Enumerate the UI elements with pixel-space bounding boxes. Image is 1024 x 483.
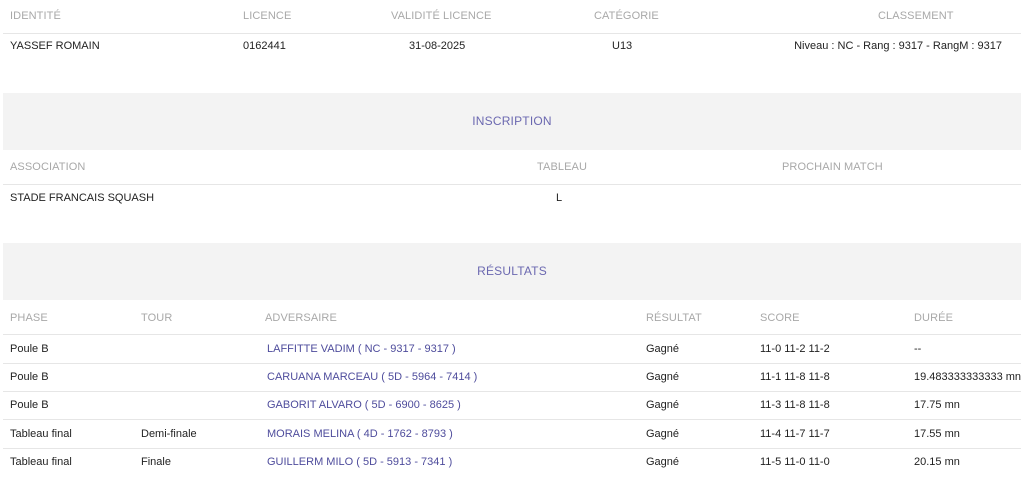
header-categorie: CATÉGORIE (594, 10, 659, 22)
result-status: Gagné (646, 343, 680, 355)
header-score: SCORE (760, 312, 800, 324)
inscription-table: ASSOCIATION TABLEAU PROCHAIN MATCH STADE… (3, 150, 1021, 210)
result-tour: Finale (141, 456, 171, 468)
header-tableau: TABLEAU (537, 161, 588, 173)
inscription-tableau: L (556, 192, 563, 204)
result-status: Gagné (646, 456, 680, 468)
header-adversaire: ADVERSAIRE (265, 312, 337, 324)
result-phase: Tableau final (10, 456, 72, 468)
player-validite: 31-08-2025 (409, 40, 466, 52)
header-phase: PHASE (10, 312, 48, 324)
player-name: YASSEF ROMAIN (10, 40, 100, 52)
opponent-link[interactable]: CARUANA MARCEAU ( 5D - 5964 - 7414 ) (267, 371, 477, 383)
opponent-link[interactable]: GABORIT ALVARO ( 5D - 6900 - 8625 ) (267, 399, 461, 411)
result-tour: Demi-finale (141, 428, 197, 440)
resultats-section-header: RÉSULTATS (3, 243, 1021, 300)
result-score: 11-4 11-7 11-7 (760, 428, 830, 440)
inscription-row: STADE FRANCAIS SQUASH L (3, 192, 1021, 206)
result-duree: 17.75 mn (914, 399, 960, 411)
inscription-section-header: INSCRIPTION (3, 93, 1021, 150)
inscription-header-row: ASSOCIATION TABLEAU PROCHAIN MATCH (3, 161, 1021, 175)
result-phase: Tableau final (10, 428, 72, 440)
header-duree: DURÉE (914, 312, 954, 324)
result-score: 11-0 11-2 11-2 (760, 343, 830, 355)
header-licence: LICENCE (243, 10, 292, 22)
inscription-title: INSCRIPTION (472, 114, 552, 128)
header-tour: TOUR (141, 312, 173, 324)
header-validite: VALIDITÉ LICENCE (391, 10, 492, 22)
result-phase: Poule B (10, 399, 49, 411)
inscription-association: STADE FRANCAIS SQUASH (10, 192, 155, 204)
divider (3, 334, 1021, 335)
result-status: Gagné (646, 428, 680, 440)
result-status: Gagné (646, 371, 680, 383)
divider (3, 363, 1021, 364)
result-row: Tableau final Finale GUILLERM MILO ( 5D … (3, 456, 1021, 470)
result-row: Poule B CARUANA MARCEAU ( 5D - 5964 - 74… (3, 371, 1021, 385)
result-phase: Poule B (10, 343, 49, 355)
player-licence: 0162441 (243, 40, 286, 52)
result-score: 11-3 11-8 11-8 (760, 399, 830, 411)
resultats-table: PHASE TOUR ADVERSAIRE RÉSULTAT SCORE DUR… (3, 300, 1021, 483)
header-resultat: RÉSULTAT (646, 312, 702, 324)
divider (3, 448, 1021, 449)
divider (3, 184, 1021, 185)
divider (3, 419, 1021, 420)
header-identite: IDENTITÉ (10, 10, 61, 22)
resultats-header-row: PHASE TOUR ADVERSAIRE RÉSULTAT SCORE DUR… (3, 312, 1021, 326)
result-score: 11-1 11-8 11-8 (760, 371, 830, 383)
player-classement: Niveau : NC - Rang : 9317 - RangM : 9317 (794, 40, 1002, 52)
divider (3, 391, 1021, 392)
player-row: YASSEF ROMAIN 0162441 31-08-2025 U13 Niv… (3, 40, 1021, 54)
header-association: ASSOCIATION (10, 161, 86, 173)
result-duree: 20.15 mn (914, 456, 960, 468)
result-row: Poule B GABORIT ALVARO ( 5D - 6900 - 862… (3, 399, 1021, 413)
result-status: Gagné (646, 399, 680, 411)
result-row: Tableau final Demi-finale MORAIS MELINA … (3, 428, 1021, 442)
opponent-link[interactable]: GUILLERM MILO ( 5D - 5913 - 7341 ) (267, 456, 452, 468)
player-table: IDENTITÉ LICENCE VALIDITÉ LICENCE CATÉGO… (3, 0, 1021, 66)
resultats-title: RÉSULTATS (477, 264, 547, 278)
result-duree: 19.483333333333 mn (914, 371, 1022, 383)
result-score: 11-5 11-0 11-0 (760, 456, 830, 468)
player-categorie: U13 (612, 40, 633, 52)
divider (3, 33, 1021, 34)
player-header-row: IDENTITÉ LICENCE VALIDITÉ LICENCE CATÉGO… (3, 10, 1021, 24)
opponent-link[interactable]: LAFFITTE VADIM ( NC - 9317 - 9317 ) (267, 343, 456, 355)
opponent-link[interactable]: MORAIS MELINA ( 4D - 1762 - 8793 ) (267, 428, 453, 440)
header-classement: CLASSEMENT (878, 10, 954, 22)
header-prochain-match: PROCHAIN MATCH (782, 161, 883, 173)
result-phase: Poule B (10, 371, 49, 383)
result-duree: -- (914, 343, 922, 355)
result-duree: 17.55 mn (914, 428, 960, 440)
result-row: Poule B LAFFITTE VADIM ( NC - 9317 - 931… (3, 343, 1021, 357)
